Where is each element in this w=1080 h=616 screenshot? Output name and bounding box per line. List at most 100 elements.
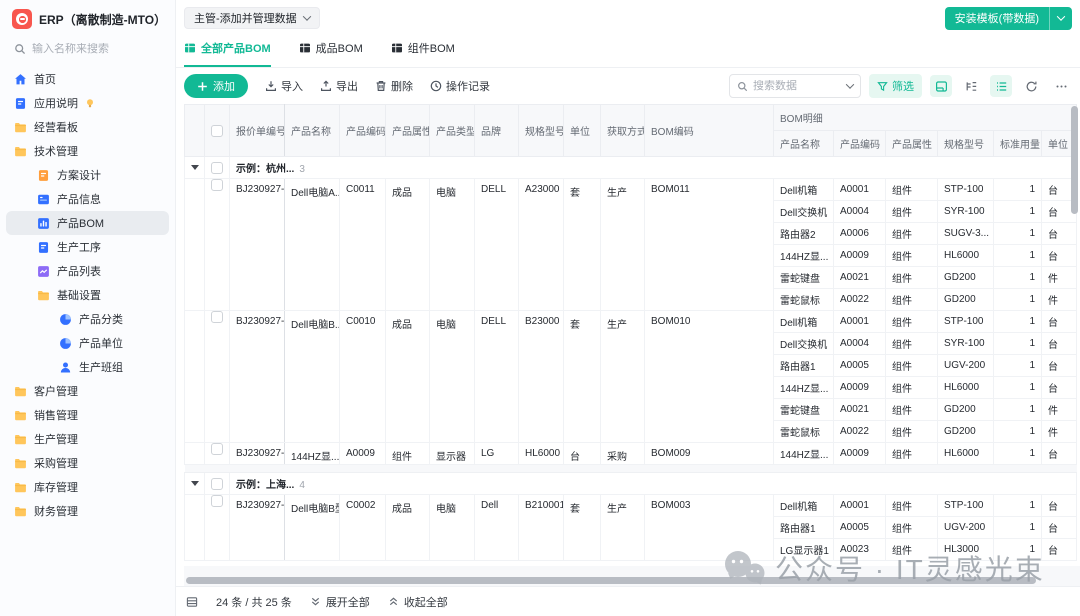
folder-icon [14,505,27,518]
folder-icon [14,409,27,422]
sidebar-search[interactable] [0,35,175,65]
vertical-scrollbar[interactable] [1071,106,1078,562]
export-button[interactable]: 导出 [320,78,358,94]
column-header[interactable]: 产品类型 [430,105,475,157]
sidebar-item[interactable]: 产品BOM [6,211,169,235]
app-logo-row: ERP（离散制造-MTO） [0,0,175,35]
bom-column-header[interactable]: 产品编码 [834,131,886,157]
filter-button[interactable]: 筛选 [869,74,922,98]
bom-detail-cell: 1 [994,517,1042,539]
row-checkbox[interactable] [211,179,223,191]
bom-column-header[interactable]: 标准用量 [994,131,1042,157]
column-header[interactable]: 产品编码 [340,105,386,157]
bom-detail-cell: A0004 [834,333,886,355]
bom-column-header[interactable]: 产品名称 [774,131,834,157]
sidebar-item[interactable]: 产品分类 [6,307,169,331]
bom-detail-cell: 组件 [886,267,938,289]
sidebar-item[interactable]: 应用说明 [6,91,169,115]
collapse-arrow-icon[interactable] [191,165,199,170]
column-header[interactable]: 品牌 [475,105,519,157]
bom-detail-cell: A0004 [834,201,886,223]
collapse-arrow-icon[interactable] [191,481,199,486]
vertical-scrollbar-thumb[interactable] [1071,106,1078,214]
refresh-button[interactable] [1020,75,1042,97]
collapse-all-button[interactable]: 收起全部 [388,594,448,610]
table-search-box[interactable] [729,74,861,98]
bom-detail-cell: 组件 [886,201,938,223]
row-checkbox[interactable] [211,495,223,507]
tab[interactable]: 组件BOM [391,40,455,67]
sidebar-item[interactable]: 首页 [6,67,169,91]
more-button[interactable] [1050,75,1072,97]
column-header[interactable]: 规格型号 [519,105,564,157]
record-cell: 组件 [386,443,430,465]
delete-button[interactable]: 删除 [375,78,413,94]
sidebar-item[interactable]: 库存管理 [6,475,169,499]
tab[interactable]: 成品BOM [299,40,363,67]
sidebar-item[interactable]: 生产班组 [6,355,169,379]
bom-detail-cell: UGV-200 [938,355,994,377]
sidebar-item[interactable]: 采购管理 [6,451,169,475]
bom-column-header[interactable]: 规格型号 [938,131,994,157]
bom-detail-cell: 1 [994,333,1042,355]
bom-detail-cell: A0001 [834,495,886,517]
table-search-input[interactable] [753,80,842,92]
column-header[interactable]: 单位 [564,105,601,157]
select-all-header [205,105,230,157]
list-view-button[interactable] [990,75,1012,97]
sidebar-item[interactable]: 经营看板 [6,115,169,139]
column-header[interactable]: 产品属性 [386,105,430,157]
sidebar-item[interactable]: 方案设计 [6,163,169,187]
select-all-checkbox[interactable] [211,125,223,137]
clock-icon [430,80,442,92]
tab-label: 组件BOM [408,40,455,56]
row-checkbox[interactable] [211,311,223,323]
group-checkbox[interactable] [211,478,223,490]
bom-detail-cell: SYR-100 [938,201,994,223]
form-view-button[interactable] [930,75,952,97]
import-button[interactable]: 导入 [265,78,303,94]
group-checkbox[interactable] [211,162,223,174]
sidebar-item[interactable]: 技术管理 [6,139,169,163]
sidebar-item[interactable]: 基础设置 [6,283,169,307]
install-template-dropdown[interactable] [1049,7,1072,30]
horizontal-scrollbar-thumb[interactable] [186,577,1036,584]
column-header[interactable]: 获取方式 [601,105,645,157]
tree-view-button[interactable] [960,75,982,97]
bom-detail-cell: GD200 [938,267,994,289]
add-button[interactable]: 添加 [184,74,248,98]
bom-detail-cell: GD200 [938,399,994,421]
sidebar-item[interactable]: 产品单位 [6,331,169,355]
group-separator [185,465,1077,473]
row-count-icon [186,596,198,608]
sidebar-item[interactable]: 生产工序 [6,235,169,259]
sidebar-item[interactable]: 客户管理 [6,379,169,403]
bom-column-header[interactable]: 产品属性 [886,131,938,157]
column-header[interactable]: 报价单编号 [230,105,285,157]
sidebar-item-label: 产品列表 [57,263,101,279]
column-header[interactable]: 产品名称 [285,105,340,157]
sidebar-item-label: 首页 [34,71,56,87]
sidebar-item[interactable]: 财务管理 [6,499,169,523]
row-checkbox[interactable] [211,443,223,455]
sidebar-item-label: 生产管理 [34,431,78,447]
expand-all-button[interactable]: 展开全部 [310,594,370,610]
tree-icon [965,80,978,93]
sidebar-search-input[interactable] [32,43,162,55]
role-selector-dropdown[interactable]: 主管-添加并管理数据 [184,7,320,29]
column-header[interactable]: BOM编码 [645,105,774,157]
sidebar-item[interactable]: 产品信息 [6,187,169,211]
record-cell: 套 [564,495,601,561]
sidebar-item[interactable]: 销售管理 [6,403,169,427]
sidebar-item[interactable]: 生产管理 [6,427,169,451]
sidebar-item[interactable]: 产品列表 [6,259,169,283]
table-icon [391,42,403,54]
record-count: 24 条 / 共 25 条 [216,594,292,610]
install-template-button[interactable]: 安装模板(带数据) [945,7,1072,30]
group-row: 示例：上海...4 [185,473,1077,495]
operation-history-button[interactable]: 操作记录 [430,78,490,94]
sidebar-item-label: 产品分类 [79,311,123,327]
bom-detail-cell: LG显示器1 [774,539,834,561]
tab[interactable]: 全部产品BOM [184,40,271,67]
horizontal-scrollbar[interactable] [186,577,1036,584]
